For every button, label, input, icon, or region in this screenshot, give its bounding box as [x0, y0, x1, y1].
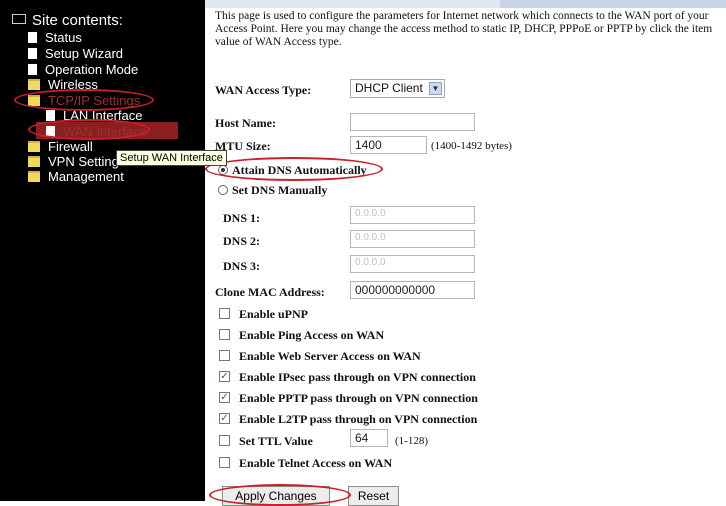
tree-root-icon: [12, 14, 26, 25]
sidebar-item-firewall[interactable]: Firewall: [28, 139, 93, 154]
ttl-label: Set TTL Value: [239, 434, 313, 448]
dns2-input[interactable]: 0.0.0.0: [350, 230, 475, 248]
upnp-label: Enable uPNP: [239, 307, 309, 321]
dns1-input[interactable]: 0.0.0.0: [350, 206, 475, 224]
annotation-oval-apply: [209, 484, 351, 506]
page-icon: [28, 64, 37, 76]
host-name-label: Host Name:: [215, 116, 276, 130]
folder-icon: [28, 141, 40, 153]
dns3-label: DNS 3:: [223, 259, 261, 273]
page-description: This page is used to configure the param…: [215, 10, 713, 48]
pptp-label: Enable PPTP pass through on VPN connecti…: [239, 391, 478, 405]
ttl-input[interactable]: 64: [350, 429, 388, 447]
top-bar: [205, 0, 726, 8]
clone-mac-input[interactable]: 000000000000: [350, 281, 475, 299]
sidebar-item-management[interactable]: Management: [28, 169, 124, 184]
sidebar-item-operation-mode[interactable]: Operation Mode: [28, 62, 138, 77]
wan-access-type-select[interactable]: DHCP Client ▼: [350, 79, 445, 98]
ping-access-checkbox[interactable]: [219, 329, 230, 340]
mtu-size-input[interactable]: 1400: [350, 136, 427, 154]
sidebar-item-vpn-setting[interactable]: VPN Setting: [28, 154, 119, 169]
sidebar-item-setup-wizard[interactable]: Setup Wizard: [28, 46, 123, 61]
annotation-oval-wan: [28, 119, 150, 140]
web-server-access-checkbox[interactable]: [219, 350, 230, 361]
web-server-access-label: Enable Web Server Access on WAN: [239, 349, 421, 363]
telnet-label: Enable Telnet Access on WAN: [239, 456, 393, 470]
sidebar-item-status[interactable]: Status: [28, 30, 82, 45]
ttl-checkbox[interactable]: [219, 435, 230, 446]
ping-access-label: Enable Ping Access on WAN: [239, 328, 385, 342]
dns1-label: DNS 1:: [223, 211, 261, 225]
host-name-input[interactable]: [350, 113, 475, 131]
pptp-checkbox[interactable]: ✓: [219, 392, 230, 403]
page-icon: [28, 48, 37, 60]
mtu-size-hint: (1400-1492 bytes): [431, 140, 512, 152]
wan-access-type-label: WAN Access Type:: [215, 83, 312, 97]
telnet-checkbox[interactable]: [219, 457, 230, 468]
ttl-hint: (1-128): [395, 435, 428, 447]
sidebar: Site contents: Status Setup Wizard Opera…: [0, 0, 205, 501]
tooltip: Setup WAN Interface: [116, 150, 227, 166]
annotation-oval-dns: [205, 157, 383, 181]
page-icon: [46, 110, 55, 122]
upnp-checkbox[interactable]: [219, 308, 230, 319]
reset-button[interactable]: Reset: [348, 486, 399, 506]
ipsec-checkbox[interactable]: ✓: [219, 371, 230, 382]
folder-icon: [28, 171, 40, 183]
dns3-input[interactable]: 0.0.0.0: [350, 255, 475, 273]
dns-manual-radio[interactable]: [218, 185, 228, 195]
clone-mac-label: Clone MAC Address:: [215, 285, 325, 299]
page-icon: [28, 32, 37, 44]
dns2-label: DNS 2:: [223, 234, 261, 248]
wan-interface-panel: This page is used to configure the param…: [205, 8, 726, 506]
folder-icon: [28, 79, 40, 91]
dns-manual-label: Set DNS Manually: [232, 183, 328, 197]
annotation-oval-tcpip: [14, 89, 154, 111]
folder-icon: [28, 156, 40, 168]
l2tp-checkbox[interactable]: ✓: [219, 413, 230, 424]
l2tp-label: Enable L2TP pass through on VPN connecti…: [239, 412, 478, 426]
ipsec-label: Enable IPsec pass through on VPN connect…: [239, 370, 476, 384]
site-contents-title: Site contents:: [12, 12, 123, 29]
chevron-down-icon: ▼: [429, 82, 442, 95]
